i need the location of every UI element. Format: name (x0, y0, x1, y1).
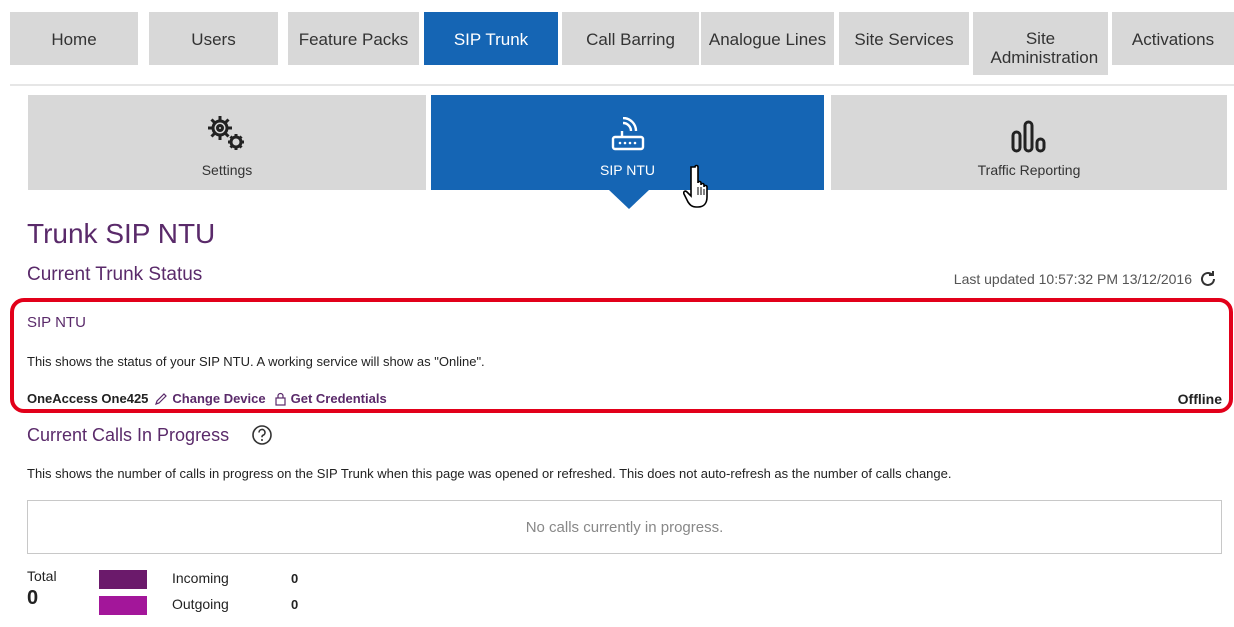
change-device-link[interactable]: Change Device (154, 391, 266, 406)
incoming-label: Incoming (172, 570, 229, 586)
tab-label: Call Barring (586, 30, 675, 49)
subtab-sip-ntu[interactable]: SIP NTU (431, 95, 824, 190)
outgoing-value: 0 (291, 597, 299, 612)
subtab-label: SIP NTU (600, 162, 655, 178)
total-value: 0 (27, 587, 39, 609)
tab-label: SIP Trunk (453, 30, 529, 49)
tab-analogue-lines[interactable]: Analogue Lines (701, 12, 834, 65)
bar-chart-icon (1010, 119, 1048, 156)
sip-ntu-heading: SIP NTU (27, 314, 86, 331)
tab-feature-packs[interactable]: Feature Packs (288, 12, 419, 65)
empty-message: No calls currently in progress. (525, 518, 724, 536)
tab-label: Activations (1131, 30, 1215, 49)
lock-icon (275, 392, 286, 406)
outgoing-swatch (99, 596, 147, 615)
total-label: Total (27, 568, 57, 584)
help-icon[interactable] (251, 424, 273, 446)
pencil-icon (155, 392, 168, 405)
tab-activations[interactable]: Activations (1112, 12, 1234, 65)
tab-label: Users (191, 30, 236, 49)
incoming-value: 0 (291, 571, 299, 586)
incoming-swatch (99, 570, 147, 589)
tab-label: Site Services (854, 30, 954, 49)
status-badge: Offline (1177, 391, 1222, 407)
last-updated-text: Last updated 10:57:32 PM 13/12/2016 (953, 271, 1192, 287)
tab-label: Site Administration (990, 29, 1099, 67)
top-navigation: Home Users Feature Packs SIP Trunk Call … (0, 0, 1234, 84)
sip-ntu-description: This shows the status of your SIP NTU. A… (27, 354, 485, 369)
hand-cursor-icon (682, 163, 723, 218)
tab-users[interactable]: Users (149, 12, 278, 65)
calls-description: This shows the number of calls in progre… (27, 466, 952, 481)
subtab-traffic-reporting[interactable]: Traffic Reporting (831, 95, 1227, 190)
refresh-icon[interactable] (1198, 269, 1218, 289)
device-name: OneAccess One425 (27, 391, 149, 406)
subtab-label: Settings (201, 162, 253, 178)
subtab-settings[interactable]: Settings (28, 95, 426, 190)
tab-sip-trunk[interactable]: SIP Trunk (424, 12, 558, 65)
tab-label: Feature Packs (298, 30, 409, 49)
nav-divider (10, 84, 1234, 86)
calls-title-text: Current Calls In Progress (27, 424, 230, 445)
calls-empty-state: No calls currently in progress. (27, 500, 1222, 554)
calls-heading: Current Calls In Progress (27, 424, 273, 446)
tab-site-services[interactable]: Site Services (839, 12, 969, 65)
gears-icon (205, 113, 249, 156)
tab-label: Analogue Lines (708, 30, 827, 49)
subtab-label: Traffic Reporting (977, 162, 1081, 178)
tab-home[interactable]: Home (10, 12, 138, 65)
tab-label: Home (51, 30, 97, 49)
active-subtab-pointer (609, 190, 649, 209)
get-credentials-label: Get Credentials (290, 391, 387, 406)
get-credentials-link[interactable]: Get Credentials (274, 391, 387, 406)
page-title: Trunk SIP NTU (27, 218, 216, 249)
router-icon (610, 116, 646, 156)
outgoing-label: Outgoing (172, 596, 229, 612)
device-row: OneAccess One425 Change Device Get Crede… (27, 391, 387, 406)
section-title: Current Trunk Status (27, 264, 203, 285)
change-device-label: Change Device (172, 391, 266, 406)
tab-call-barring[interactable]: Call Barring (562, 12, 699, 65)
tab-site-administration[interactable]: Site Administration (973, 12, 1108, 75)
